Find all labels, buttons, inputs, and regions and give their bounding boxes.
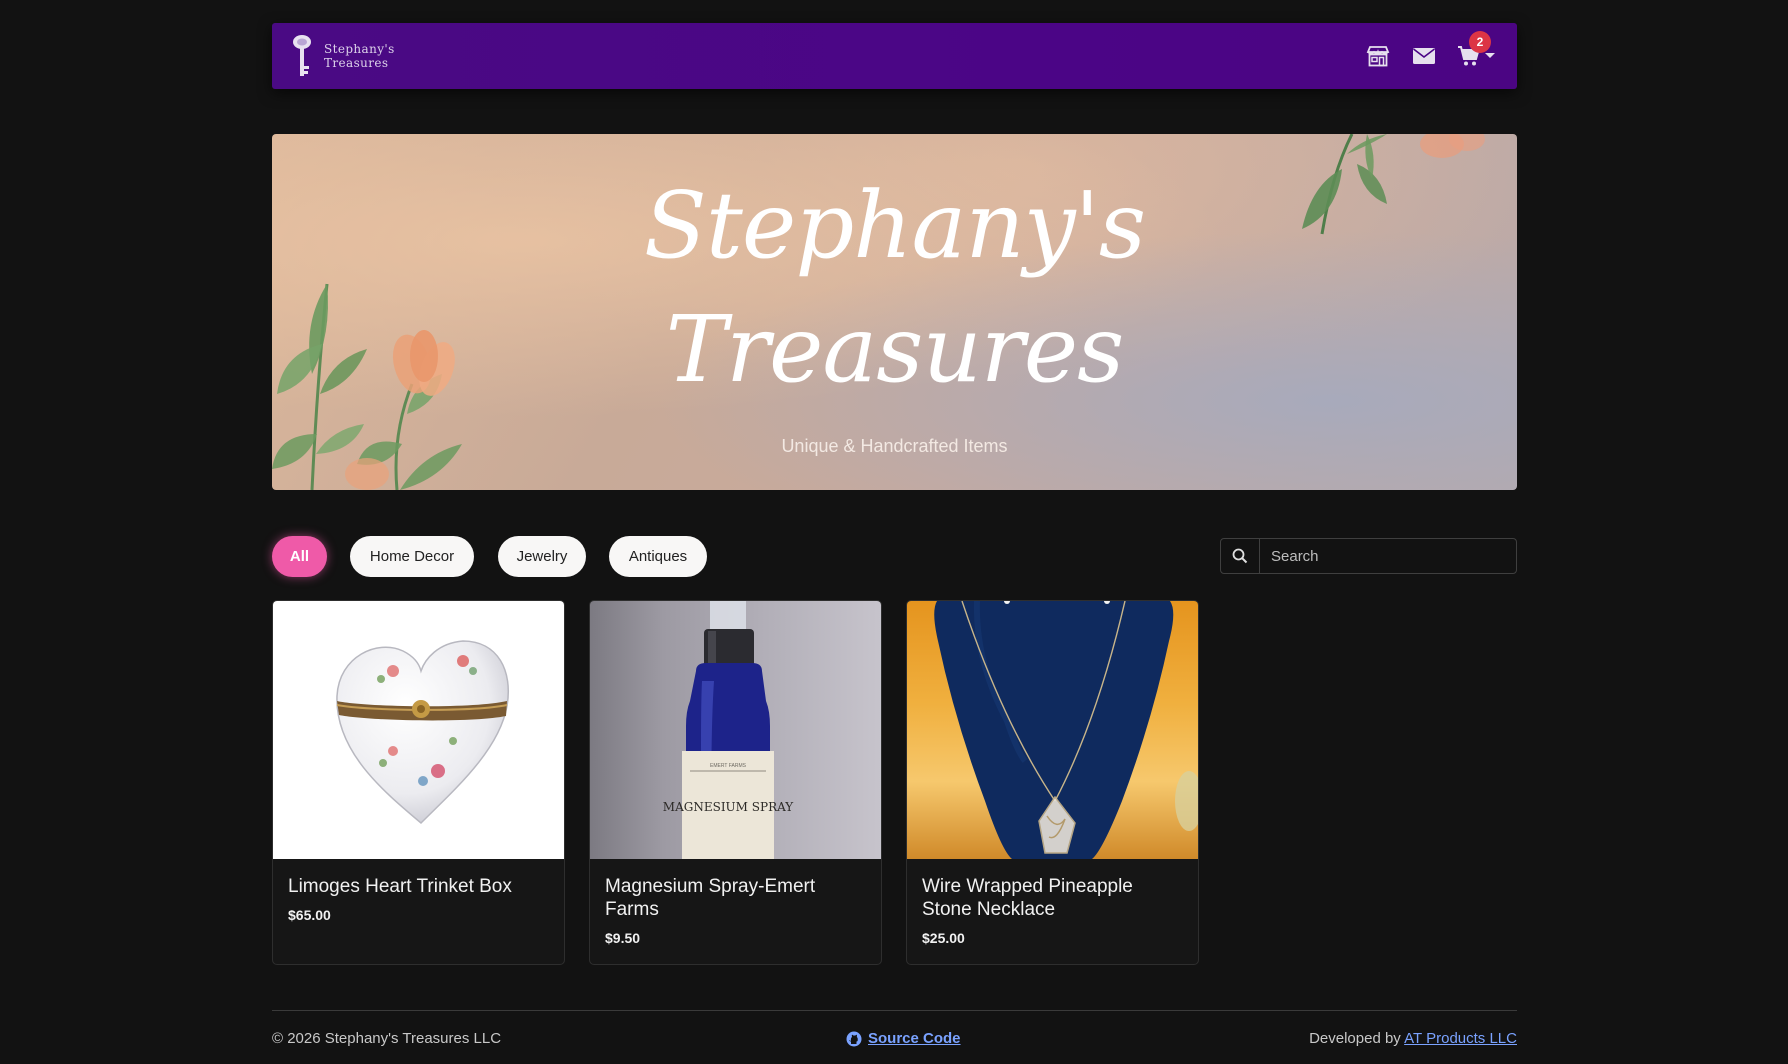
github-icon — [846, 1031, 862, 1046]
hero-banner: Stephany's Treasures Unique & Handcrafte… — [272, 134, 1517, 490]
search-icon — [1232, 548, 1248, 564]
footer-divider — [272, 1010, 1517, 1011]
product-price: $25.00 — [922, 930, 965, 946]
shop-icon[interactable] — [1365, 44, 1391, 68]
developed-by-label: Developed by — [1309, 1030, 1405, 1047]
product-title: Wire Wrapped Pineapple Stone Necklace — [922, 876, 1133, 920]
search-button[interactable] — [1221, 539, 1260, 573]
product-image-necklace — [907, 601, 1198, 859]
product-price: $9.50 — [605, 930, 641, 946]
product-grid: Limoges Heart Trinket Box $65.00 EMERT F… — [272, 600, 1517, 965]
product-image-magnesium-spray: EMERT FARMS MAGNESIUM SPRAY — [590, 601, 881, 859]
key-icon — [293, 35, 311, 76]
footer-copyright: © 2026 Stephany's Treasures LLC — [272, 1030, 502, 1047]
cart-count-badge: 2 — [1469, 31, 1491, 53]
developer-link[interactable]: AT Products LLC — [1404, 1030, 1517, 1047]
footer: © 2026 Stephany's Treasures LLC Source C… — [272, 1027, 1517, 1051]
source-code-link[interactable]: Source Code — [868, 1030, 961, 1047]
product-price: $65.00 — [288, 907, 331, 923]
footer-developer: Developed by AT Products LLC — [1309, 1030, 1517, 1047]
filter-bar: All Home Decor Jewelry Antiques — [272, 536, 1517, 578]
nav-actions: 2 — [1365, 31, 1495, 68]
filter-chip-antiques[interactable]: Antiques — [609, 536, 707, 577]
brand-line2: Treasures — [324, 56, 389, 70]
hero-title: Stephany's Treasures — [272, 164, 1517, 412]
search-input[interactable] — [1260, 539, 1516, 573]
envelope-icon[interactable] — [1411, 44, 1437, 68]
product-title: Limoges Heart Trinket Box — [288, 876, 512, 897]
brand-name: Stephany's Treasures — [324, 42, 404, 70]
filter-chip-home-decor[interactable]: Home Decor — [350, 536, 474, 577]
chevron-down-icon — [1485, 52, 1495, 58]
hero-subtitle: Unique & Handcrafted Items — [781, 436, 1008, 456]
hero-title-line2: Treasures — [665, 296, 1125, 403]
cart-dropdown[interactable]: 2 — [1457, 31, 1495, 67]
navbar: Stephany's Treasures 2 — [272, 23, 1517, 89]
source-code-link-wrap: Source Code — [846, 1030, 961, 1047]
filter-chip-all[interactable]: All — [272, 536, 327, 577]
product-title: Magnesium Spray-Emert Farms — [605, 876, 816, 920]
product-card[interactable]: Wire Wrapped Pineapple Stone Necklace $2… — [906, 600, 1199, 965]
brand-line1: Stephany's — [324, 42, 395, 56]
svg-text:EMERT FARMS: EMERT FARMS — [710, 763, 747, 769]
product-card[interactable]: Limoges Heart Trinket Box $65.00 — [272, 600, 565, 965]
filter-chip-jewelry[interactable]: Jewelry — [498, 536, 586, 577]
bottle-label: MAGNESIUM SPRAY — [663, 800, 794, 814]
product-card[interactable]: EMERT FARMS MAGNESIUM SPRAY Magnesium Sp… — [589, 600, 882, 965]
product-image-heart-box — [273, 601, 564, 859]
brand-logo[interactable]: Stephany's Treasures — [290, 33, 404, 79]
hero-title-line1: Stephany's — [643, 172, 1146, 279]
search-box — [1220, 538, 1517, 574]
